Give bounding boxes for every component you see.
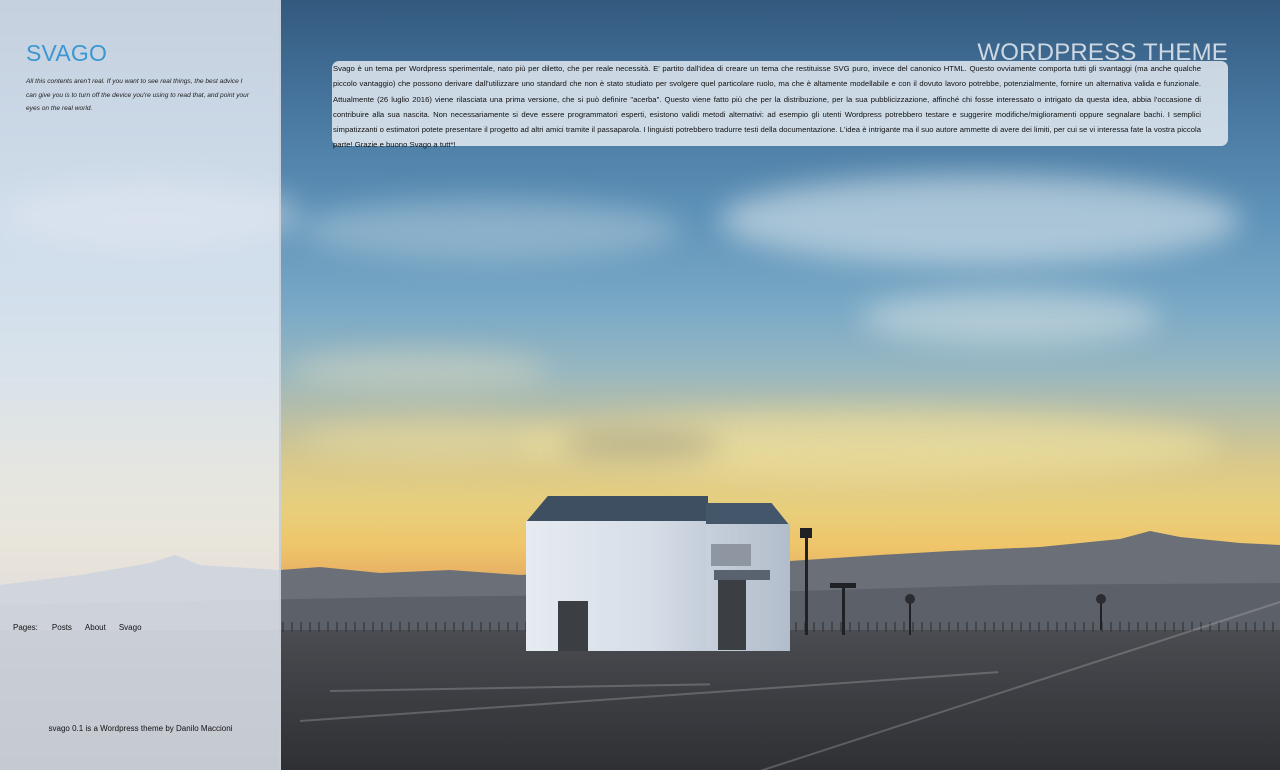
- building-window: [711, 544, 751, 566]
- building-door: [718, 580, 746, 650]
- nav-link-svago[interactable]: Svago: [119, 623, 142, 632]
- sidebar: SVAGO All this contents aren't real. If …: [0, 0, 281, 770]
- site-title[interactable]: SVAGO: [26, 40, 107, 67]
- building-ledge: [714, 570, 770, 580]
- building-door: [558, 601, 588, 651]
- footer-credit: svago 0.1 is a Wordpress theme by Danilo…: [48, 724, 233, 733]
- building-roof: [526, 496, 708, 522]
- pages-nav-label: Pages:: [13, 623, 38, 632]
- cloud: [300, 200, 680, 260]
- light-pole: [842, 585, 845, 635]
- cloud: [560, 430, 720, 460]
- cloud: [290, 350, 550, 390]
- nav-link-about[interactable]: About: [85, 623, 106, 632]
- pages-nav: Pages: Posts About Svago: [13, 623, 155, 632]
- post-body: Svago è un tema per Wordpress sperimenta…: [333, 64, 1201, 150]
- cloud: [720, 175, 1240, 265]
- sign-pole: [909, 600, 911, 635]
- light-pole-lamp: [800, 528, 812, 538]
- light-pole: [805, 535, 808, 635]
- cloud: [860, 290, 1160, 345]
- site-tagline: All this contents aren't real. If you wa…: [26, 78, 250, 113]
- sign-pole: [1100, 600, 1102, 630]
- road-sign: [905, 594, 915, 604]
- road-sign: [1096, 594, 1106, 604]
- cloud: [300, 420, 580, 460]
- post-card: Svago è un tema per Wordpress sperimenta…: [332, 61, 1228, 149]
- building: [526, 521, 709, 651]
- nav-link-posts[interactable]: Posts: [52, 623, 72, 632]
- light-pole-lamp: [830, 583, 856, 588]
